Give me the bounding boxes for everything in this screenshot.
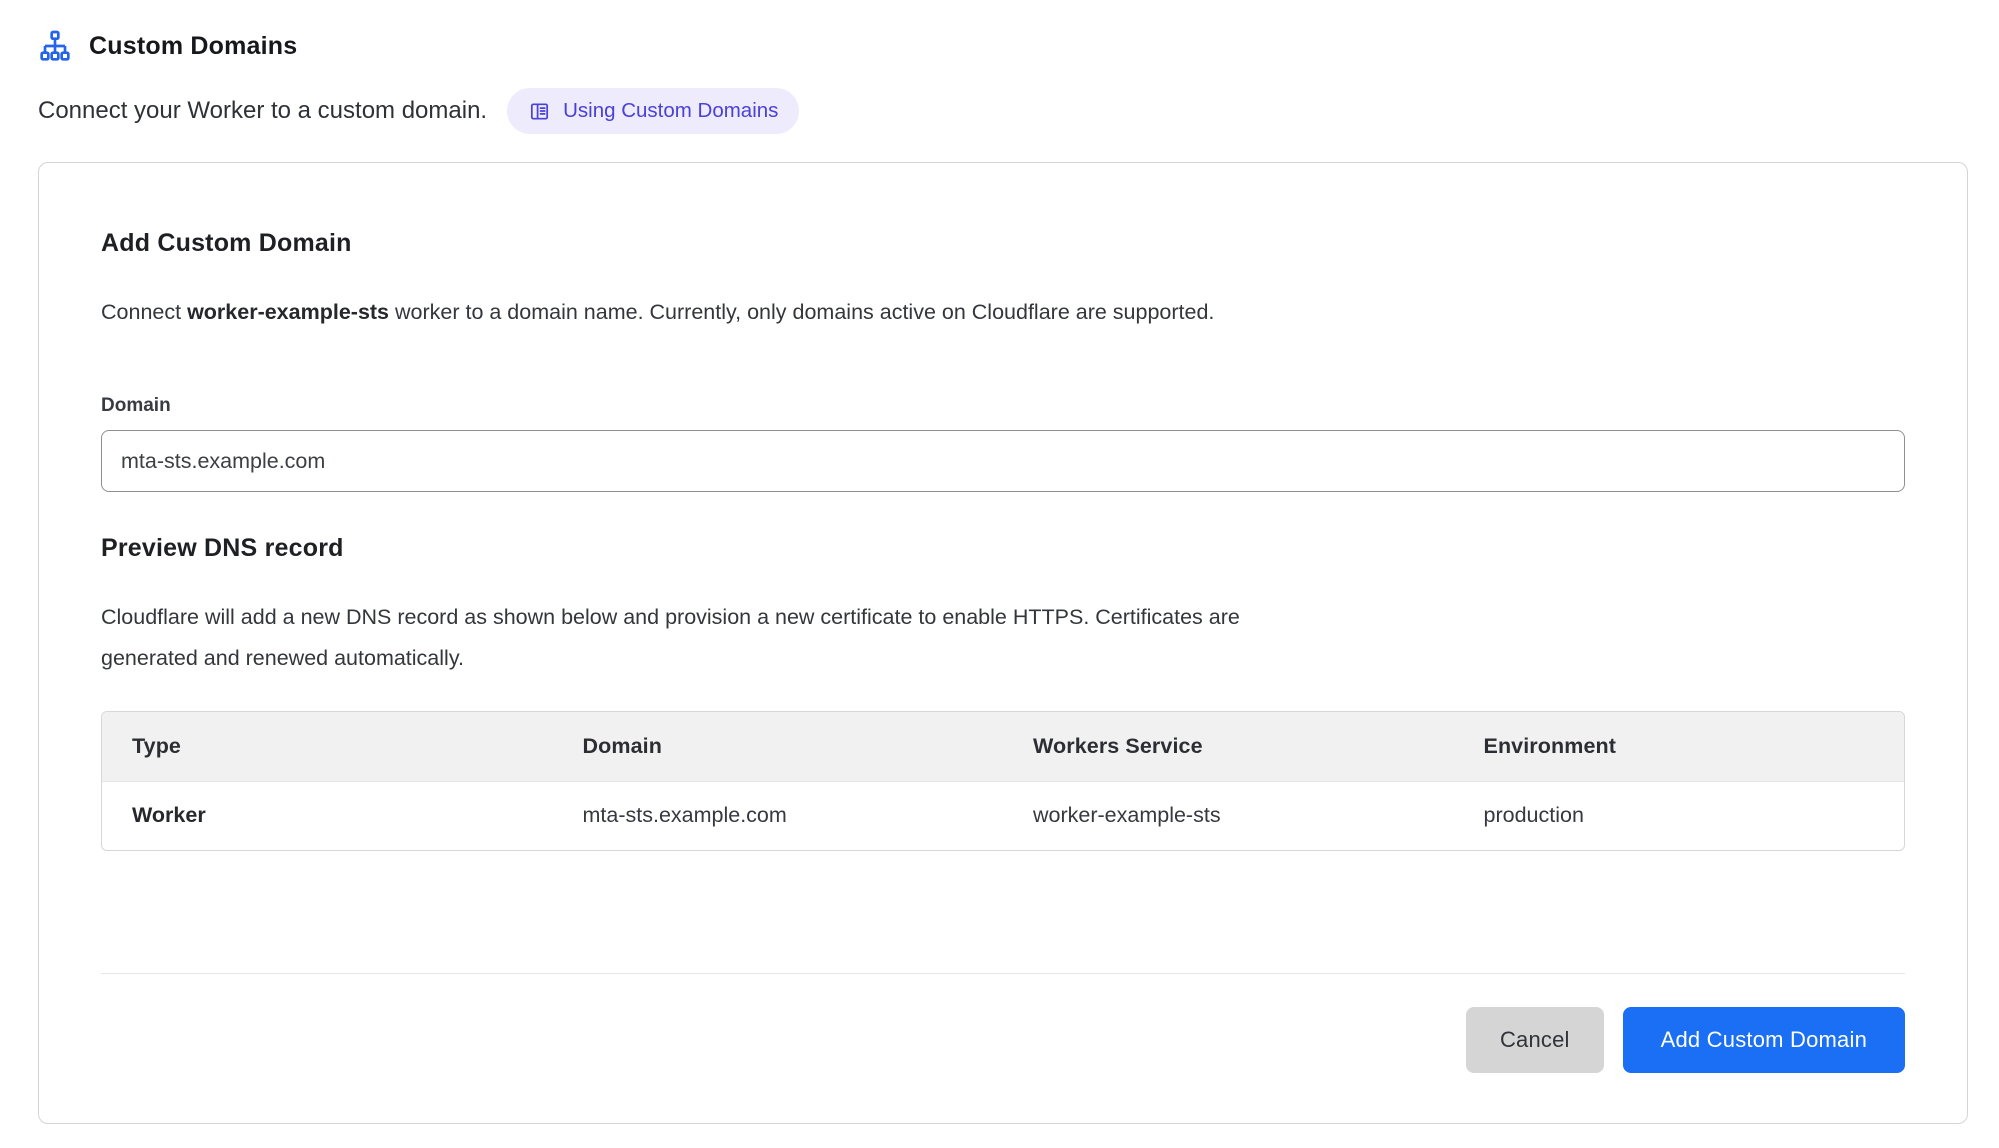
intro-prefix: Connect <box>101 300 187 324</box>
book-open-icon <box>528 100 551 123</box>
domain-label: Domain <box>101 395 1905 417</box>
table-header-workers-service: Workers Service <box>1003 712 1454 781</box>
add-custom-domain-button[interactable]: Add Custom Domain <box>1623 1007 1905 1073</box>
docs-link-using-custom-domains[interactable]: Using Custom Domains <box>507 88 799 134</box>
dns-preview-table: Type Domain Workers Service Environment … <box>101 711 1905 851</box>
page-header: Custom Domains Connect your Worker to a … <box>38 30 1968 134</box>
table-cell-workers-service: worker-example-sts <box>1003 781 1454 850</box>
preview-dns-description-line1: Cloudflare will add a new DNS record as … <box>101 597 1905 638</box>
intro-suffix: worker to a domain name. Currently, only… <box>389 300 1214 324</box>
table-header-type: Type <box>102 712 553 781</box>
page-title: Custom Domains <box>89 32 297 61</box>
card-heading: Add Custom Domain <box>101 229 1905 258</box>
domain-input[interactable] <box>101 430 1905 492</box>
sitemap-icon <box>38 30 72 62</box>
table-cell-environment: production <box>1454 781 1905 850</box>
page: Custom Domains Connect your Worker to a … <box>0 0 1999 1124</box>
table-header-domain: Domain <box>553 712 1004 781</box>
worker-name: worker-example-sts <box>187 300 389 324</box>
page-subtitle: Connect your Worker to a custom domain. <box>38 97 487 125</box>
table-row: Worker mta-sts.example.com worker-exampl… <box>102 781 1904 850</box>
docs-link-label: Using Custom Domains <box>563 99 778 123</box>
preview-dns-description: Cloudflare will add a new DNS record as … <box>101 597 1905 679</box>
card-actions: Cancel Add Custom Domain <box>101 1007 1905 1073</box>
table-cell-domain: mta-sts.example.com <box>553 781 1004 850</box>
preview-dns-description-line2: generated and renewed automatically. <box>101 638 1905 679</box>
table-cell-type: Worker <box>102 781 553 850</box>
footer-divider <box>101 973 1905 974</box>
add-custom-domain-card: Add Custom Domain Connect worker-example… <box>38 162 1968 1124</box>
card-intro: Connect worker-example-sts worker to a d… <box>101 300 1905 325</box>
preview-dns-heading: Preview DNS record <box>101 534 1905 563</box>
cancel-button[interactable]: Cancel <box>1466 1007 1604 1073</box>
table-header-environment: Environment <box>1454 712 1905 781</box>
table-header-row: Type Domain Workers Service Environment <box>102 712 1904 781</box>
